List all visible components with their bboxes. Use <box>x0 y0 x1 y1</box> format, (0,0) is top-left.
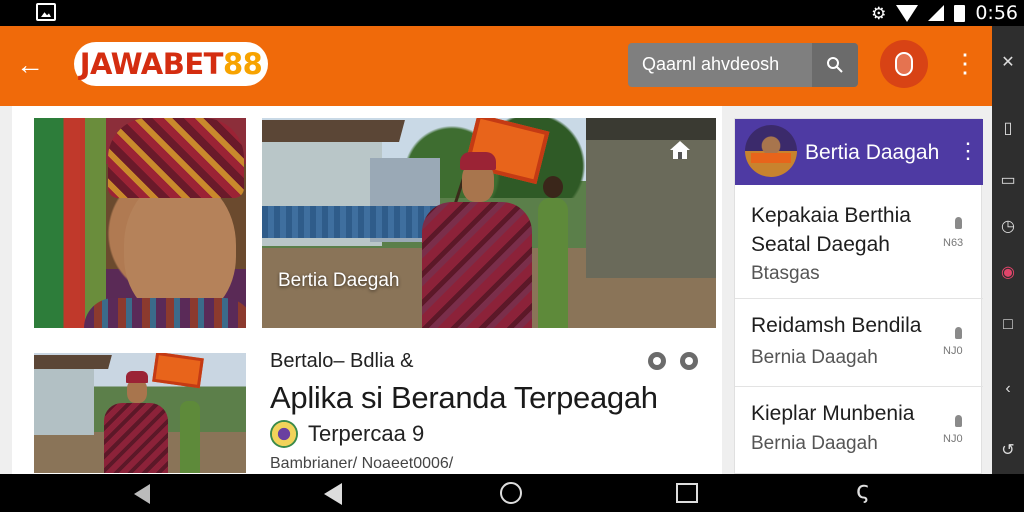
nav-home-icon[interactable] <box>500 482 522 504</box>
source-logo-icon <box>270 420 298 448</box>
list-item-number: N63 <box>943 237 964 249</box>
more-vert-icon[interactable]: ⋮ <box>952 48 978 78</box>
nav-assistant-icon[interactable]: ς <box>856 476 870 504</box>
avatar-icon[interactable] <box>880 40 928 88</box>
side-panel: Bertia Daagah ⋮ Kepakaia Berthia Seatal … <box>734 118 983 475</box>
pin-icon <box>955 217 962 229</box>
nav-back-icon[interactable] <box>324 483 342 505</box>
status-icons: ⚙ 0:56 <box>871 0 1018 26</box>
panel-thumbnail <box>745 125 797 177</box>
list-item-title-line2: Seatal Daegah <box>751 233 890 256</box>
back-icon[interactable]: ‹ <box>992 380 1024 398</box>
list-item-number: NJ0 <box>943 433 963 445</box>
bookmark-icon[interactable] <box>648 352 666 370</box>
app-bar: ← JAWABET 88 Qaarnl ahvdeosh ⋮ <box>0 26 992 106</box>
clock-icon[interactable]: ◷ <box>992 216 1024 236</box>
list-item-title: Kepakaia Berthia <box>751 204 911 227</box>
list-item[interactable]: Kepakaia Berthia Seatal Daegah Btasgas N… <box>735 185 983 299</box>
article-footer: Bambrianer/ Noaeet0006/ <box>270 455 454 472</box>
list-item-subtitle: Bernia Daagah <box>751 347 878 368</box>
gallery-notification-icon <box>36 3 56 21</box>
brand-logo[interactable]: JAWABET 88 <box>74 42 268 86</box>
alarm-icon: ⚙ <box>871 3 887 23</box>
notes-icon[interactable]: ▯ <box>992 118 1024 138</box>
search-input[interactable]: Qaarnl ahvdeosh <box>642 54 779 75</box>
list-item[interactable]: Kieplar Munbenia Bernia Daagah NJ0 <box>735 387 983 475</box>
status-bar: ⚙ 0:56 <box>0 0 1024 26</box>
nav-back-icon[interactable] <box>134 484 150 504</box>
list-item-subtitle: Bernia Daagah <box>751 433 878 454</box>
logo-text: JAWABET <box>79 47 224 81</box>
logo-number: 88 <box>222 47 263 81</box>
featured-caption: Bertia Daegah <box>278 270 400 291</box>
article-subtitle: Bertalo– Bdlia & <box>270 350 414 372</box>
status-time: 0:56 <box>975 2 1018 24</box>
search-bar[interactable]: Qaarnl ahvdeosh <box>628 43 858 87</box>
tool-icon[interactable]: ✕ <box>992 52 1024 72</box>
search-icon[interactable] <box>812 43 858 87</box>
refresh-icon[interactable]: ↺ <box>992 440 1024 460</box>
article-source: Terpercaa 9 <box>308 421 425 446</box>
back-arrow-icon[interactable]: ← <box>16 50 44 80</box>
folder-icon[interactable]: ▭ <box>992 170 1024 190</box>
portrait-photo[interactable] <box>34 118 246 328</box>
wifi-icon <box>896 4 919 22</box>
app-screen: ⚙ 0:56 ← JAWABET 88 Qaarnl ahvdeosh ⋮ ✕ ▯… <box>0 0 1024 512</box>
article-meta: Terpercaa 9 <box>270 420 424 448</box>
pin-icon <box>955 327 962 339</box>
navigation-bar: ς <box>0 474 1024 512</box>
battery-icon <box>954 4 966 22</box>
article-thumbnail[interactable] <box>34 353 246 473</box>
featured-photo[interactable]: Bertia Daegah <box>262 118 716 328</box>
list-item-subtitle: Btasgas <box>751 263 820 284</box>
article-title[interactable]: Aplika si Beranda Terpeagah <box>270 380 658 416</box>
list-item-title: Reidamsh Bendila <box>751 314 922 337</box>
article-actions <box>648 352 698 370</box>
list-item[interactable]: Reidamsh Bendila Bernia Daagah NJ0 <box>735 299 983 387</box>
more-vert-icon[interactable]: ⋮ <box>957 139 979 163</box>
edge-panel: ✕ ▯ ▭ ◷ ◉ □ ‹ ↺ <box>992 26 1024 474</box>
list-item-title: Kieplar Munbenia <box>751 402 915 425</box>
window-icon[interactable]: □ <box>992 316 1024 334</box>
nav-recents-icon[interactable] <box>676 483 698 503</box>
record-icon[interactable]: ◉ <box>992 262 1024 282</box>
signal-icon <box>928 5 945 21</box>
pin-icon <box>955 415 962 427</box>
home-icon[interactable] <box>668 138 692 162</box>
list-item-number: NJ0 <box>943 345 963 357</box>
share-icon[interactable] <box>680 352 698 370</box>
panel-title: Bertia Daagah <box>805 141 940 164</box>
panel-header[interactable]: Bertia Daagah ⋮ <box>735 119 983 185</box>
